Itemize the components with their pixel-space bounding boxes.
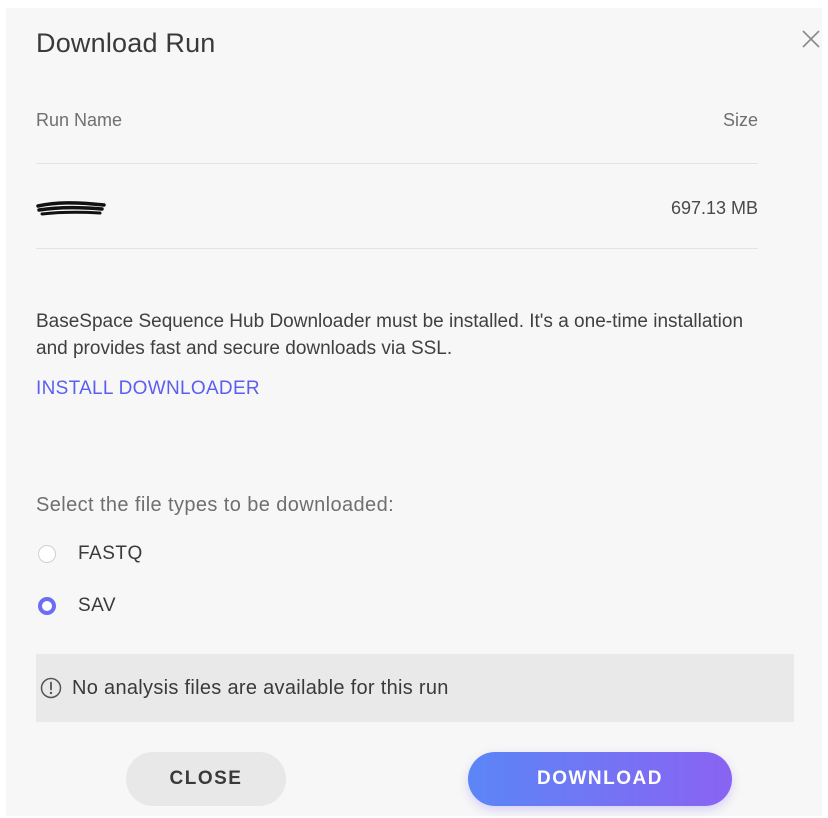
- radio-option-sav[interactable]: SAV: [38, 595, 116, 617]
- sav-label: SAV: [78, 595, 117, 616]
- notice-text: No analysis files are available for this…: [72, 676, 449, 699]
- download-run-dialog: Download Run Run Name Size 697.13 MB Bas…: [6, 8, 822, 816]
- close-icon[interactable]: [800, 28, 828, 60]
- dialog-title: Download Run: [36, 28, 216, 58]
- no-analysis-notice: No analysis files are available for this…: [36, 654, 794, 722]
- file-types-label: Select the file types to be downloaded:: [36, 494, 395, 516]
- table-header: Run Name Size: [36, 110, 758, 131]
- info-circle-icon: [40, 677, 62, 699]
- fastq-label: FASTQ: [78, 543, 143, 564]
- sav-radio[interactable]: [38, 597, 56, 615]
- run-name-column-header: Run Name: [36, 110, 123, 130]
- install-downloader-link[interactable]: INSTALL DOWNLOADER: [36, 378, 260, 400]
- download-button[interactable]: DOWNLOAD: [468, 752, 732, 806]
- size-column-header: Size: [722, 110, 758, 130]
- fastq-radio[interactable]: [38, 545, 56, 563]
- run-name-redacted: [36, 196, 106, 220]
- table-row: 697.13 MB: [36, 194, 758, 222]
- run-size: 697.13 MB: [670, 197, 758, 218]
- close-button[interactable]: CLOSE: [126, 752, 286, 806]
- downloader-info-text: BaseSpace Sequence Hub Downloader must b…: [36, 311, 744, 359]
- radio-option-fastq[interactable]: FASTQ: [38, 543, 143, 565]
- table-divider: [36, 163, 758, 164]
- table-divider: [36, 248, 758, 249]
